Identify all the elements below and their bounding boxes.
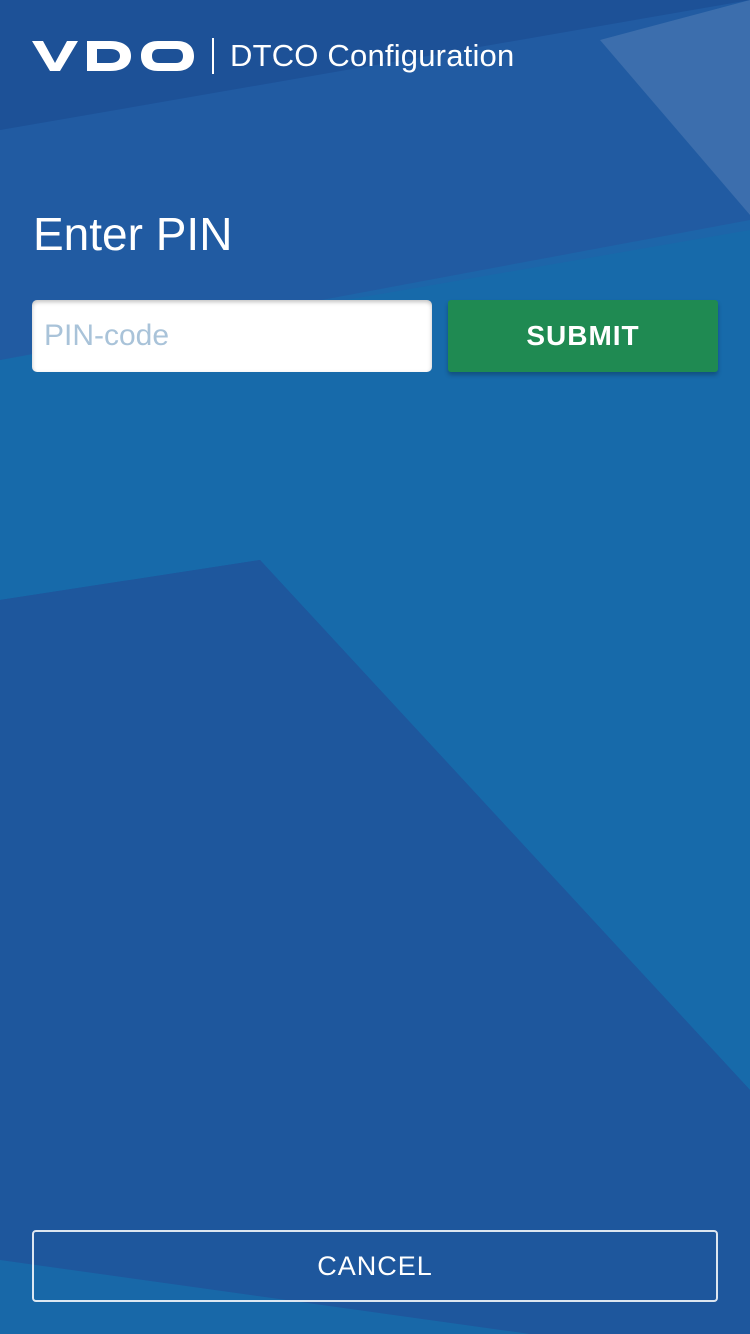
- background: [0, 0, 750, 1334]
- page-title: Enter PIN: [33, 208, 233, 260]
- app-title: DTCO Configuration: [230, 38, 515, 73]
- header-divider: [212, 38, 214, 74]
- submit-button[interactable]: SUBMIT: [448, 300, 718, 372]
- vdo-logo: [32, 41, 194, 71]
- pin-code-input[interactable]: [32, 300, 432, 372]
- app-header: DTCO Configuration: [32, 36, 514, 76]
- cancel-button[interactable]: CANCEL: [32, 1230, 718, 1302]
